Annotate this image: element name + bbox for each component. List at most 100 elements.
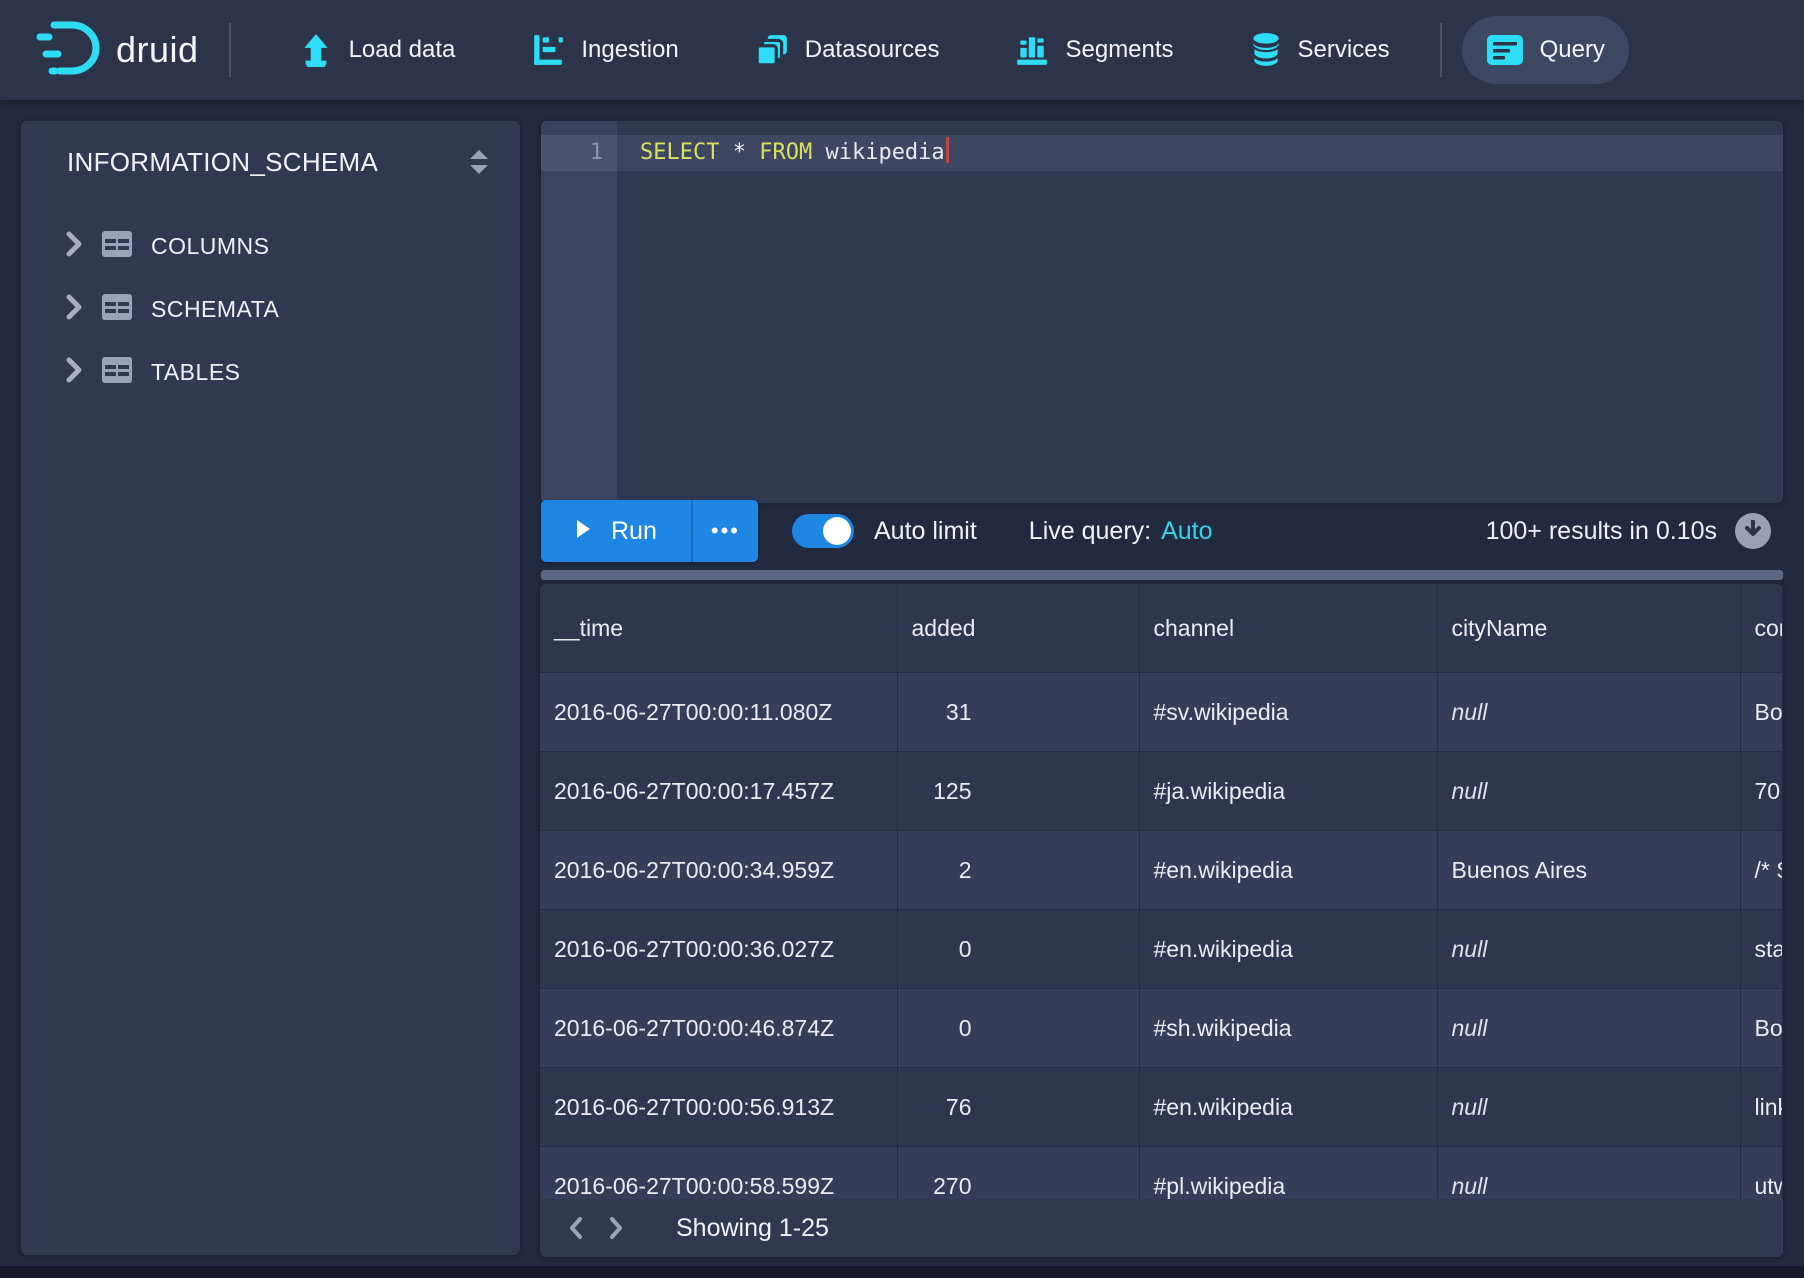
tree-item-tables[interactable]: TABLES <box>21 341 520 404</box>
auto-limit-label: Auto limit <box>874 517 977 546</box>
cell-added: 2 <box>897 831 1139 910</box>
column-header-cityname[interactable]: cityName <box>1437 584 1740 673</box>
auto-limit-toggle[interactable] <box>792 514 854 548</box>
schema-tree: COLUMNS SCHEMATA <box>21 215 520 404</box>
table-row: 2016-06-27T00:00:46.874Z 0 #sh.wikipedia nu… <box>540 989 1783 1068</box>
results-table: __time added channel cityName comment 20… <box>540 584 1783 1226</box>
column-header-time[interactable]: __time <box>540 584 897 673</box>
cell-value: 125 <box>912 778 972 805</box>
tree-item-label: TABLES <box>151 359 241 386</box>
cell-value: null <box>1452 1094 1488 1120</box>
cell-comment: Bot <box>1740 673 1783 752</box>
cell-value: #ja.wikipedia <box>1154 778 1286 804</box>
cell-added: 125 <box>897 752 1139 831</box>
live-query-value[interactable]: Auto <box>1161 517 1212 546</box>
cell-value: 0 <box>912 1015 972 1042</box>
cell-value: null <box>1452 1015 1488 1041</box>
nav-item-label: Services <box>1298 36 1390 64</box>
cell-value: 70. <box>1755 778 1783 804</box>
cell-added: 0 <box>897 989 1139 1068</box>
cell-value: #en.wikipedia <box>1154 857 1293 883</box>
table-row: 2016-06-27T00:00:11.080Z31#sv.wikipedian… <box>540 673 1783 752</box>
run-more-button[interactable]: ••• <box>691 500 758 562</box>
nav-item-query[interactable]: Query <box>1462 16 1629 84</box>
column-header-channel[interactable]: channel <box>1139 584 1437 673</box>
cell-value: sta <box>1755 936 1783 962</box>
cell-added: 0 <box>897 910 1139 989</box>
cell-value: link <box>1755 1094 1783 1120</box>
tree-item-label: SCHEMATA <box>151 296 279 323</box>
nav-item-services[interactable]: Services <box>1226 14 1414 86</box>
cell-comment: Bot <box>1740 989 1783 1068</box>
query-results-panel: __time added channel cityName comment 20… <box>540 584 1783 1257</box>
column-header-comment[interactable]: comment <box>1740 584 1783 673</box>
next-page-button[interactable] <box>596 1210 636 1246</box>
nav-item-segments[interactable]: Segments <box>991 15 1197 85</box>
database-icon <box>1250 32 1282 68</box>
cell-value: Buenos Aires <box>1452 857 1588 883</box>
chevron-right-icon <box>65 357 83 388</box>
cell-cityName: null <box>1437 673 1740 752</box>
cell-cityName: null <box>1437 752 1740 831</box>
cell-value: 270 <box>912 1173 972 1200</box>
tree-item-schemata[interactable]: SCHEMATA <box>21 278 520 341</box>
panel-resize-handle[interactable] <box>541 570 1783 580</box>
upload-icon <box>299 33 333 67</box>
run-button-label: Run <box>611 517 657 546</box>
live-query-label: Live query: <box>1029 517 1151 546</box>
cell-value: #sh.wikipedia <box>1154 1015 1292 1041</box>
query-toolbar: Run ••• Auto limit Live query: Auto 100+… <box>541 500 1783 562</box>
sql-editor[interactable]: 1 SELECT * FROM wikipedia <box>541 121 1783 503</box>
chevron-right-icon <box>65 294 83 325</box>
nav-item-label: Query <box>1540 36 1605 64</box>
nav-item-label: Load data <box>349 36 456 64</box>
cell-value: 2 <box>912 857 972 884</box>
cell-value: 31 <box>912 699 972 726</box>
druid-brand[interactable]: druid <box>36 17 199 84</box>
table-row: 2016-06-27T00:00:36.027Z 0 #en.wikipedia nu… <box>540 910 1783 989</box>
cell-channel: #ja.wikipedia <box>1139 752 1437 831</box>
editor-code-line[interactable]: SELECT * FROM wikipedia <box>640 135 949 171</box>
navbar-items: Load data Ingestion <box>261 14 1804 86</box>
cell-__time: 2016-06-27T00:00:17.457Z <box>540 752 897 831</box>
cell-value: null <box>1452 936 1488 962</box>
run-button[interactable]: Run <box>541 500 691 562</box>
sql-keyword: SELECT <box>640 140 719 165</box>
cell-channel: #en.wikipedia <box>1139 1068 1437 1147</box>
column-header-added[interactable]: added <box>897 584 1139 673</box>
download-arrow-icon <box>1744 520 1762 543</box>
cell-value: 2016-06-27T00:00:46.874Z <box>554 1015 834 1041</box>
editor-line-number: 1 <box>541 135 603 171</box>
table-icon <box>101 356 133 389</box>
table-icon <box>101 293 133 326</box>
nav-item-load-data[interactable]: Load data <box>275 15 480 85</box>
download-button[interactable] <box>1735 513 1771 549</box>
table-icon <box>101 230 133 263</box>
cell-value: Bot <box>1755 699 1783 725</box>
bottom-edge-strip <box>0 1266 1804 1278</box>
cell-channel: #sv.wikipedia <box>1139 673 1437 752</box>
cell-value: null <box>1452 1173 1488 1199</box>
table-header-row: __time added channel cityName comment <box>540 584 1783 673</box>
brand-name: druid <box>116 29 199 71</box>
cell-__time: 2016-06-27T00:00:36.027Z <box>540 910 897 989</box>
results-summary: 100+ results in 0.10s <box>1486 517 1717 546</box>
sql-text: * <box>719 140 759 165</box>
nav-item-ingestion[interactable]: Ingestion <box>507 15 702 85</box>
cell-cityName: null <box>1437 910 1740 989</box>
double-caret-vertical-icon[interactable] <box>464 145 494 179</box>
navbar-divider <box>229 23 231 77</box>
cell-value: 0 <box>912 936 972 963</box>
cell-value: Bot <box>1755 1015 1783 1041</box>
cell-channel: #en.wikipedia <box>1139 910 1437 989</box>
cell-value: 76 <box>912 1094 972 1121</box>
nav-item-datasources[interactable]: Datasources <box>731 15 964 85</box>
editor-gutter <box>541 121 617 503</box>
toggle-knob <box>823 517 851 545</box>
pagination-bar: Showing 1-25 <box>540 1199 1783 1257</box>
previous-page-button[interactable] <box>556 1210 596 1246</box>
tree-item-columns[interactable]: COLUMNS <box>21 215 520 278</box>
cell-value: #en.wikipedia <box>1154 936 1293 962</box>
cell-value: 2016-06-27T00:00:58.599Z <box>554 1173 834 1199</box>
cell-value: 2016-06-27T00:00:56.913Z <box>554 1094 834 1120</box>
